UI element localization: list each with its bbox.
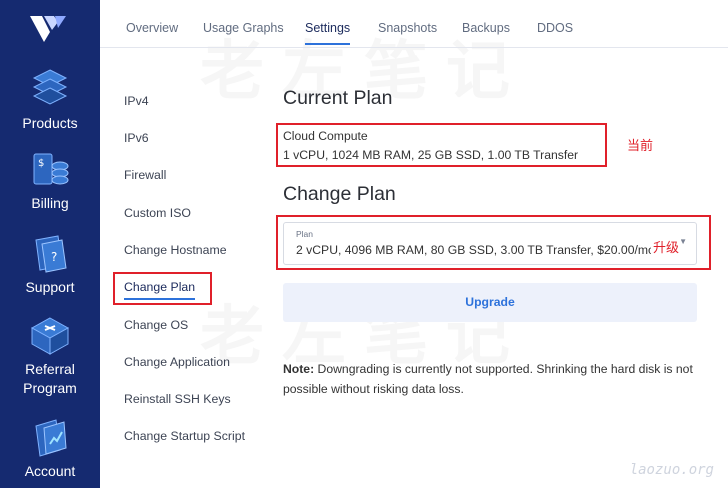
sidebar-item-label: Products bbox=[22, 115, 78, 131]
sidebar-item-account[interactable]: Account bbox=[0, 418, 100, 481]
note-text: Note: Downgrading is currently not suppo… bbox=[283, 360, 703, 399]
svg-text:?: ? bbox=[51, 250, 57, 264]
sidebar-item-label: Referral Program bbox=[23, 361, 77, 396]
highlight-box bbox=[276, 123, 607, 167]
annotation-current: 当前 bbox=[627, 139, 654, 154]
account-icon bbox=[35, 419, 67, 457]
tab-usage-graphs[interactable]: Usage Graphs bbox=[203, 21, 284, 35]
submenu-item-change-os[interactable]: Change OS bbox=[124, 318, 188, 332]
support-icon: ? bbox=[35, 235, 67, 273]
products-icon bbox=[32, 69, 68, 105]
sidebar-item-support[interactable]: ? Support bbox=[0, 234, 100, 297]
tab-bar: Overview Usage Graphs Settings Snapshots… bbox=[100, 0, 728, 48]
submenu-item-change-application[interactable]: Change Application bbox=[124, 355, 230, 369]
svg-text:$: $ bbox=[38, 158, 44, 169]
highlight-box bbox=[276, 215, 711, 270]
submenu-item-reinstall-ssh-keys[interactable]: Reinstall SSH Keys bbox=[124, 392, 231, 406]
sidebar-item-label: Billing bbox=[31, 195, 69, 211]
tab-settings[interactable]: Settings bbox=[305, 21, 351, 45]
upgrade-button[interactable]: Upgrade bbox=[283, 283, 697, 322]
change-plan-heading: Change Plan bbox=[283, 183, 396, 205]
vultr-logo-icon[interactable] bbox=[28, 12, 68, 48]
highlight-box bbox=[113, 272, 212, 305]
submenu-item-custom-iso[interactable]: Custom ISO bbox=[124, 206, 191, 220]
submenu-item-firewall[interactable]: Firewall bbox=[124, 168, 166, 182]
sidebar-item-products[interactable]: Products bbox=[0, 66, 100, 133]
annotation-upgrade: 升级 bbox=[651, 237, 682, 256]
note-prefix: Note: bbox=[283, 362, 315, 376]
sidebar: Products $ Billing ? Support Referral Pr… bbox=[0, 0, 100, 488]
submenu-item-change-startup-script[interactable]: Change Startup Script bbox=[124, 429, 245, 443]
tab-snapshots[interactable]: Snapshots bbox=[378, 21, 437, 35]
submenu-item-ipv6[interactable]: IPv6 bbox=[124, 131, 149, 145]
billing-icon: $ bbox=[33, 153, 69, 185]
sidebar-item-referral[interactable]: Referral Program bbox=[0, 316, 100, 398]
sidebar-item-label: Account bbox=[24, 463, 76, 479]
submenu-item-change-hostname[interactable]: Change Hostname bbox=[124, 243, 227, 257]
referral-icon bbox=[30, 317, 70, 355]
sidebar-item-label: Support bbox=[25, 279, 75, 295]
tab-overview[interactable]: Overview bbox=[126, 21, 178, 35]
current-plan-heading: Current Plan bbox=[283, 87, 393, 109]
sidebar-item-billing[interactable]: $ Billing bbox=[0, 152, 100, 213]
site-watermark: laozuo.org bbox=[629, 462, 714, 478]
submenu-item-ipv4[interactable]: IPv4 bbox=[124, 94, 149, 108]
tab-backups[interactable]: Backups bbox=[462, 21, 510, 35]
tab-ddos[interactable]: DDOS bbox=[537, 21, 573, 35]
note-body: Downgrading is currently not supported. … bbox=[283, 362, 693, 396]
